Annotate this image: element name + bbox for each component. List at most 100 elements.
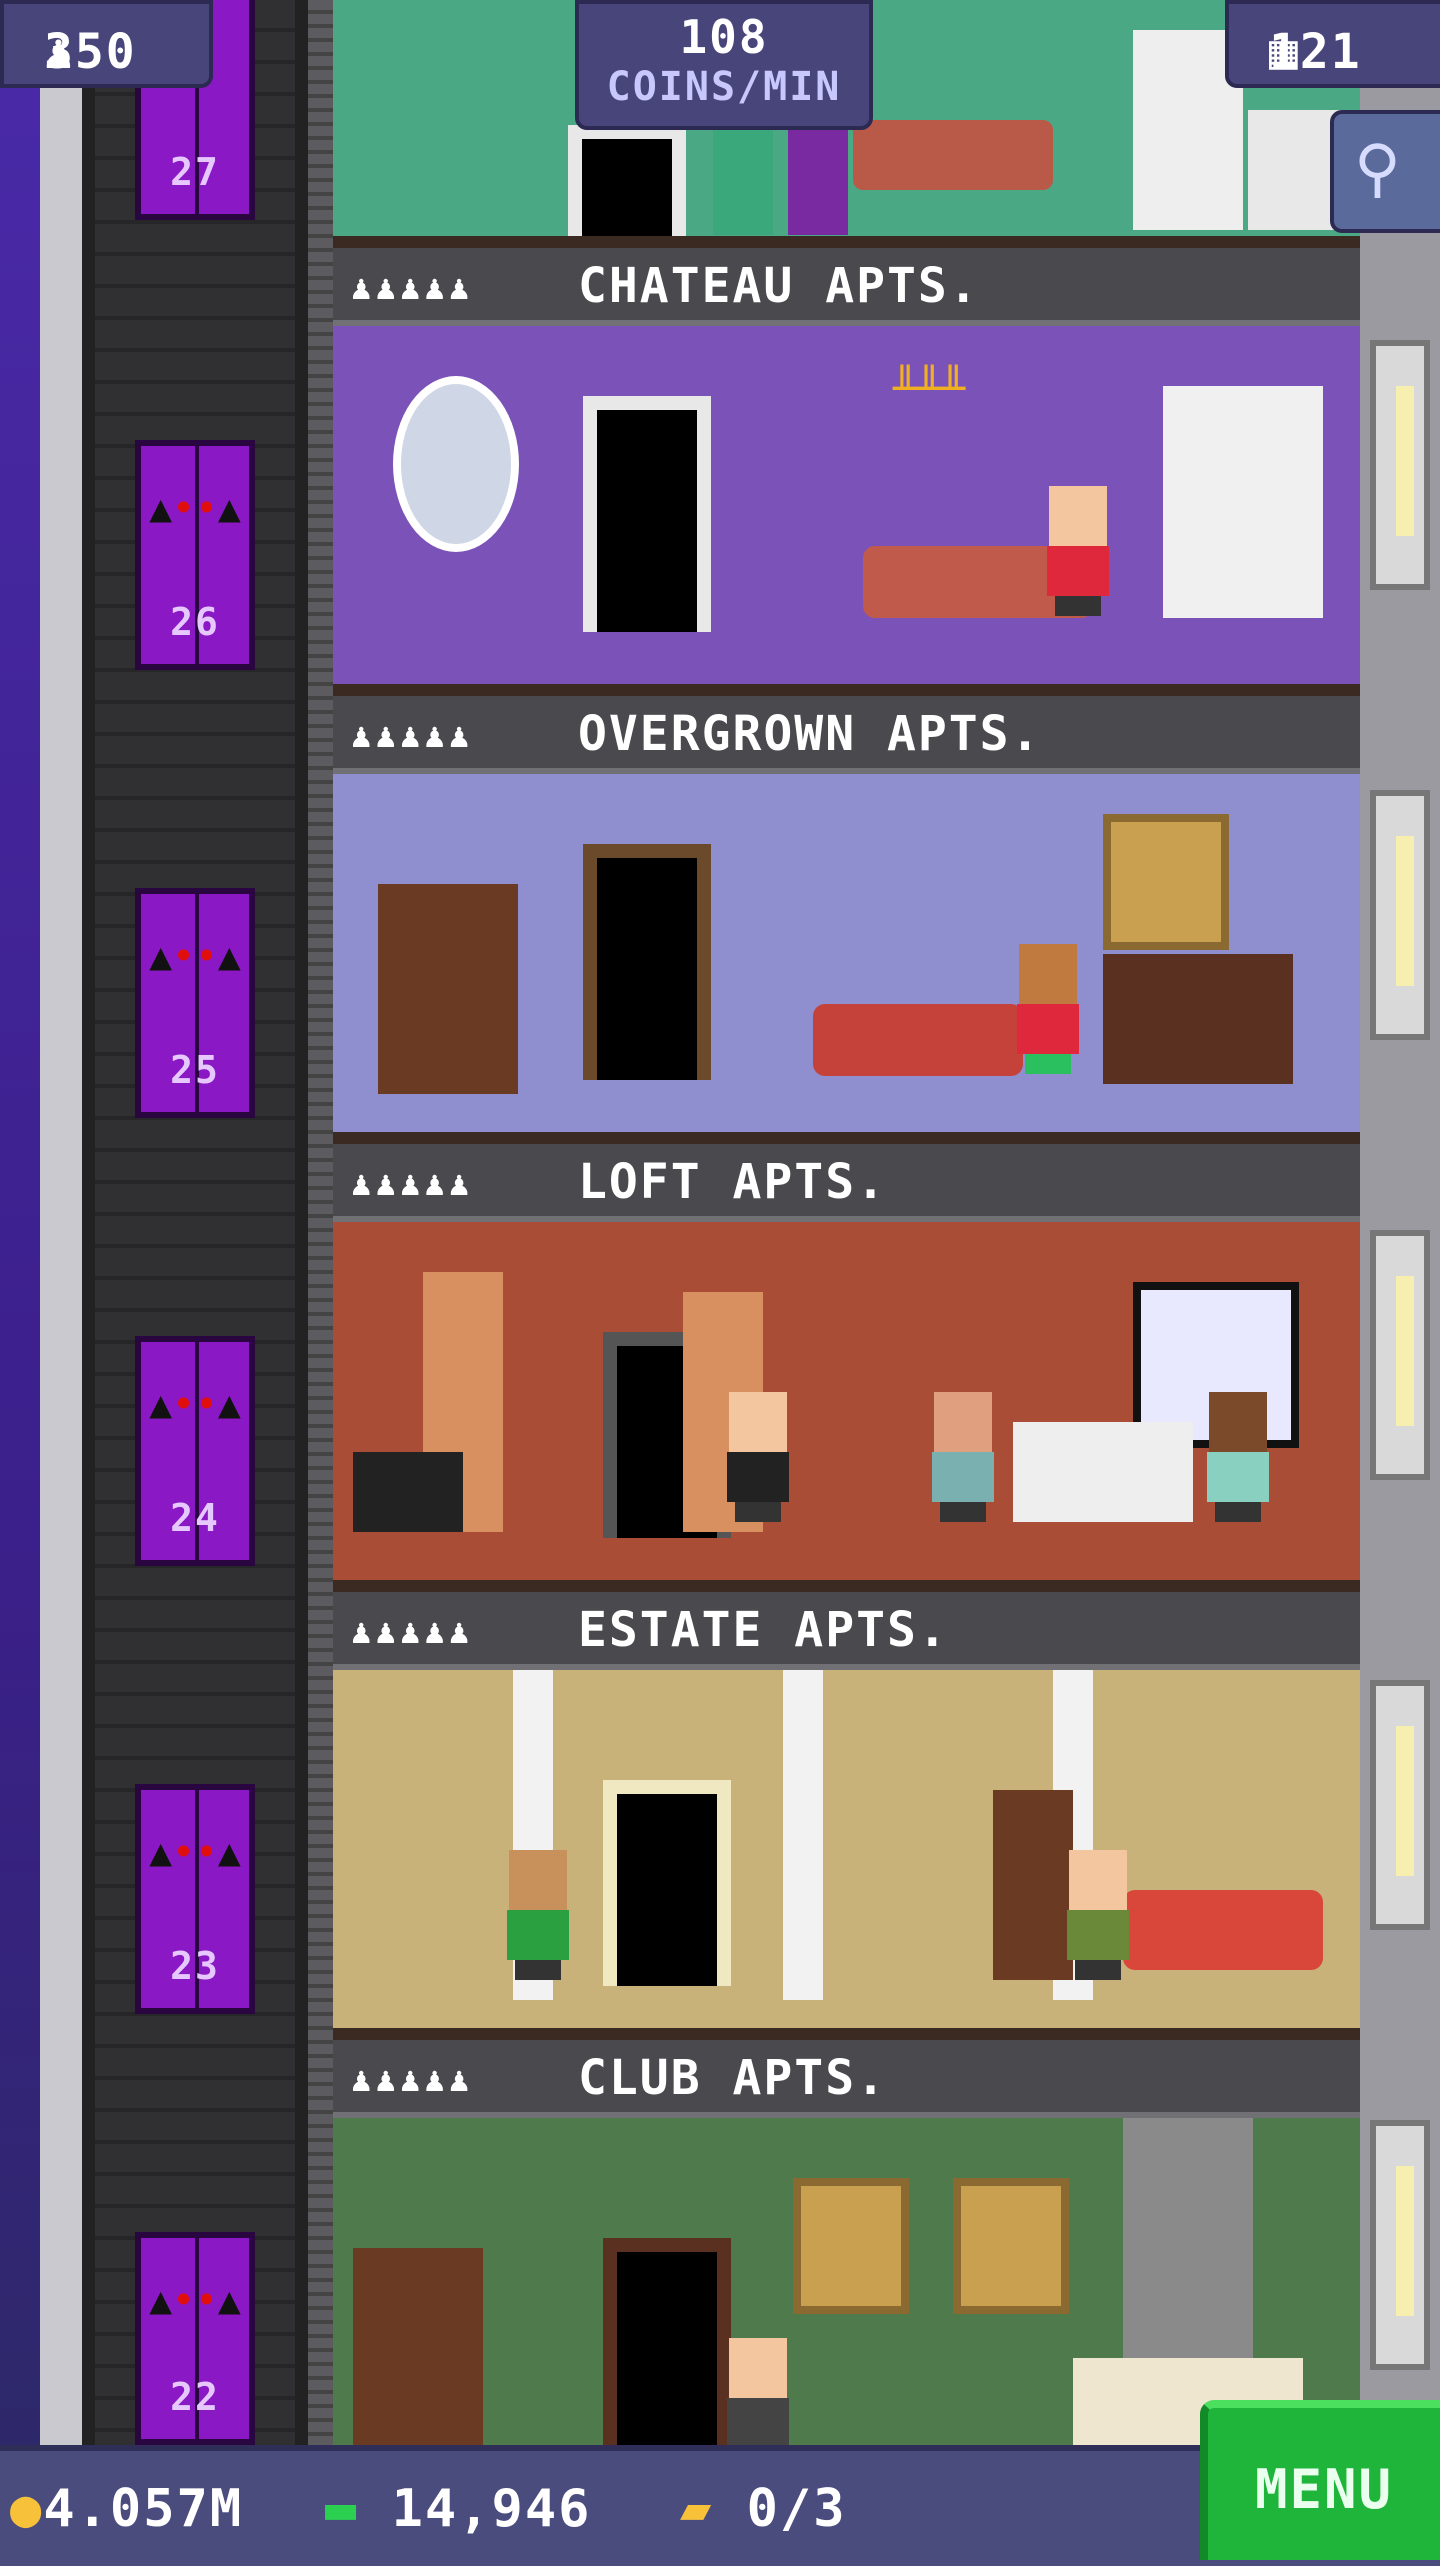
tenant-body bbox=[932, 1452, 994, 1502]
floor-club[interactable]: ♟♟♟♟♟ CLUB APTS. bbox=[333, 2040, 1360, 2459]
tenant-legs bbox=[1075, 1960, 1121, 1980]
occupancy-icons: ♟♟♟♟♟ bbox=[351, 2060, 474, 2100]
tenant[interactable] bbox=[1043, 486, 1113, 616]
apartment-door[interactable] bbox=[583, 396, 711, 632]
room-interior bbox=[333, 1222, 1360, 1584]
occupancy-icons: ♟♟♟♟♟ bbox=[351, 1164, 474, 1204]
elevator-car-22[interactable]: ▲••▲ 22 bbox=[135, 2232, 255, 2445]
bookshelf bbox=[993, 1790, 1073, 1980]
tower-window bbox=[1370, 1680, 1430, 1930]
floor-name: CHATEAU APTS. bbox=[578, 258, 980, 314]
elevator-floor-number: 22 bbox=[170, 2375, 220, 2419]
population-counter[interactable]: ♟ 350 bbox=[0, 0, 213, 88]
tower-window bbox=[1370, 1230, 1430, 1480]
tenant-head bbox=[729, 1392, 787, 1452]
tenant-body bbox=[1017, 1004, 1079, 1054]
floor-base bbox=[333, 2028, 1360, 2040]
coins-per-minute-label: COINS/MIN bbox=[606, 64, 842, 110]
tenant-head bbox=[1069, 1850, 1127, 1910]
tenant[interactable] bbox=[1063, 1850, 1133, 1980]
bux-value: 14,946 bbox=[391, 2479, 592, 2539]
occupancy-icons: ♟♟♟♟♟ bbox=[351, 268, 474, 308]
tenant-legs bbox=[515, 1960, 561, 1980]
tenant[interactable] bbox=[503, 1850, 573, 1980]
portrait-painting bbox=[793, 2178, 909, 2314]
apartment-door[interactable] bbox=[603, 2238, 731, 2459]
chandelier-icon: ╨╨╨ bbox=[893, 366, 966, 412]
tenant-legs bbox=[735, 1502, 781, 1522]
bat-icon: ▲••▲ bbox=[149, 1382, 241, 1426]
sofa bbox=[813, 1004, 1023, 1076]
bookshelf bbox=[378, 884, 518, 1094]
elevator-car-25[interactable]: ▲••▲ 25 bbox=[135, 888, 255, 1118]
tenant[interactable] bbox=[928, 1392, 998, 1522]
apartment-door[interactable] bbox=[583, 844, 711, 1080]
tenant[interactable] bbox=[723, 1392, 793, 1522]
tenant-head bbox=[1049, 486, 1107, 546]
stereo bbox=[353, 1452, 463, 1532]
tower-window bbox=[1370, 340, 1430, 590]
floor-header: ♟♟♟♟♟ OVERGROWN APTS. bbox=[333, 696, 1360, 774]
portrait-painting bbox=[953, 2178, 1069, 2314]
elevator-car-26[interactable]: ▲••▲ 26 bbox=[135, 440, 255, 670]
floor-counter[interactable]: ▦ 121 bbox=[1225, 0, 1440, 88]
bux-counter[interactable]: ▬ 14,946 bbox=[325, 2479, 591, 2539]
elevator-rail bbox=[308, 0, 334, 2445]
sofa bbox=[853, 120, 1053, 190]
tenant[interactable] bbox=[1013, 944, 1083, 1074]
cabinet bbox=[1163, 386, 1323, 618]
tenant-body bbox=[1047, 546, 1109, 596]
tenant[interactable] bbox=[1203, 1392, 1273, 1522]
search-button[interactable]: ⚲ bbox=[1330, 110, 1440, 233]
tenant-legs bbox=[1025, 1054, 1071, 1074]
framed-painting bbox=[1103, 814, 1229, 950]
floor-name: OVERGROWN APTS. bbox=[578, 706, 1042, 762]
floor-loft[interactable]: ♟♟♟♟♟ LOFT APTS. bbox=[333, 1144, 1360, 1592]
ticket-icon: ▰ bbox=[680, 2479, 714, 2539]
room-interior bbox=[333, 774, 1360, 1136]
coins-counter[interactable]: ●4.057M bbox=[10, 2479, 243, 2539]
fireplace bbox=[1103, 954, 1293, 1084]
tenant-body bbox=[507, 1910, 569, 1960]
floor-name: CLUB APTS. bbox=[578, 2050, 887, 2106]
elevator-car-24[interactable]: ▲••▲ 24 bbox=[135, 1336, 255, 1566]
tower-left-pillar bbox=[40, 0, 88, 2445]
oval-mirror bbox=[393, 376, 519, 552]
occupancy-icons: ♟♟♟♟♟ bbox=[351, 716, 474, 756]
tenant-body bbox=[727, 1452, 789, 1502]
room-interior: ╨╨╨ bbox=[333, 326, 1360, 688]
floor-base bbox=[333, 1580, 1360, 1592]
floor-header: ♟♟♟♟♟ CHATEAU APTS. bbox=[333, 248, 1360, 326]
apartment-door[interactable] bbox=[603, 1780, 731, 1986]
occupancy-icons: ♟♟♟♟♟ bbox=[351, 1612, 474, 1652]
menu-button[interactable]: MENU bbox=[1200, 2400, 1440, 2560]
bat-icon: ▲••▲ bbox=[149, 934, 241, 978]
bat-icon: ▲••▲ bbox=[149, 1830, 241, 1874]
elevator-floor-number: 26 bbox=[170, 600, 220, 644]
floor-base bbox=[333, 1132, 1360, 1144]
floor-chateau[interactable]: ♟♟♟♟♟ CHATEAU APTS. ╨╨╨ bbox=[333, 248, 1360, 696]
tenant-head bbox=[509, 1850, 567, 1910]
floor-overgrown[interactable]: ♟♟♟♟♟ OVERGROWN APTS. bbox=[333, 696, 1360, 1144]
elevator-car-23[interactable]: ▲••▲ 23 bbox=[135, 1784, 255, 2014]
tenant-body bbox=[727, 2398, 789, 2448]
sky-background bbox=[0, 0, 40, 2560]
bat-icon: ▲••▲ bbox=[149, 486, 241, 530]
tower-window bbox=[1370, 2120, 1430, 2370]
tenant-legs bbox=[1215, 1502, 1261, 1522]
floor-header: ♟♟♟♟♟ CLUB APTS. bbox=[333, 2040, 1360, 2118]
elevator-floor-number: 25 bbox=[170, 1048, 220, 1092]
tenant-head bbox=[934, 1392, 992, 1452]
elevator-floor-number: 27 bbox=[170, 150, 220, 194]
coins-value: 4.057M bbox=[43, 2479, 244, 2539]
apartment-door[interactable] bbox=[568, 125, 686, 250]
floor-estate[interactable]: ♟♟♟♟♟ ESTATE APTS. bbox=[333, 1592, 1360, 2040]
coins-per-minute-panel[interactable]: 108 COINS/MIN bbox=[575, 0, 873, 130]
floor-base bbox=[333, 684, 1360, 696]
coins-per-minute-value: 108 bbox=[679, 10, 769, 64]
tickets-counter[interactable]: ▰ 0/3 bbox=[680, 2479, 847, 2539]
floor-header: ♟♟♟♟♟ ESTATE APTS. bbox=[333, 1592, 1360, 1670]
tenant-head bbox=[729, 2338, 787, 2398]
elevator-floor-number: 24 bbox=[170, 1496, 220, 1540]
tickets-value: 0/3 bbox=[746, 2479, 847, 2539]
